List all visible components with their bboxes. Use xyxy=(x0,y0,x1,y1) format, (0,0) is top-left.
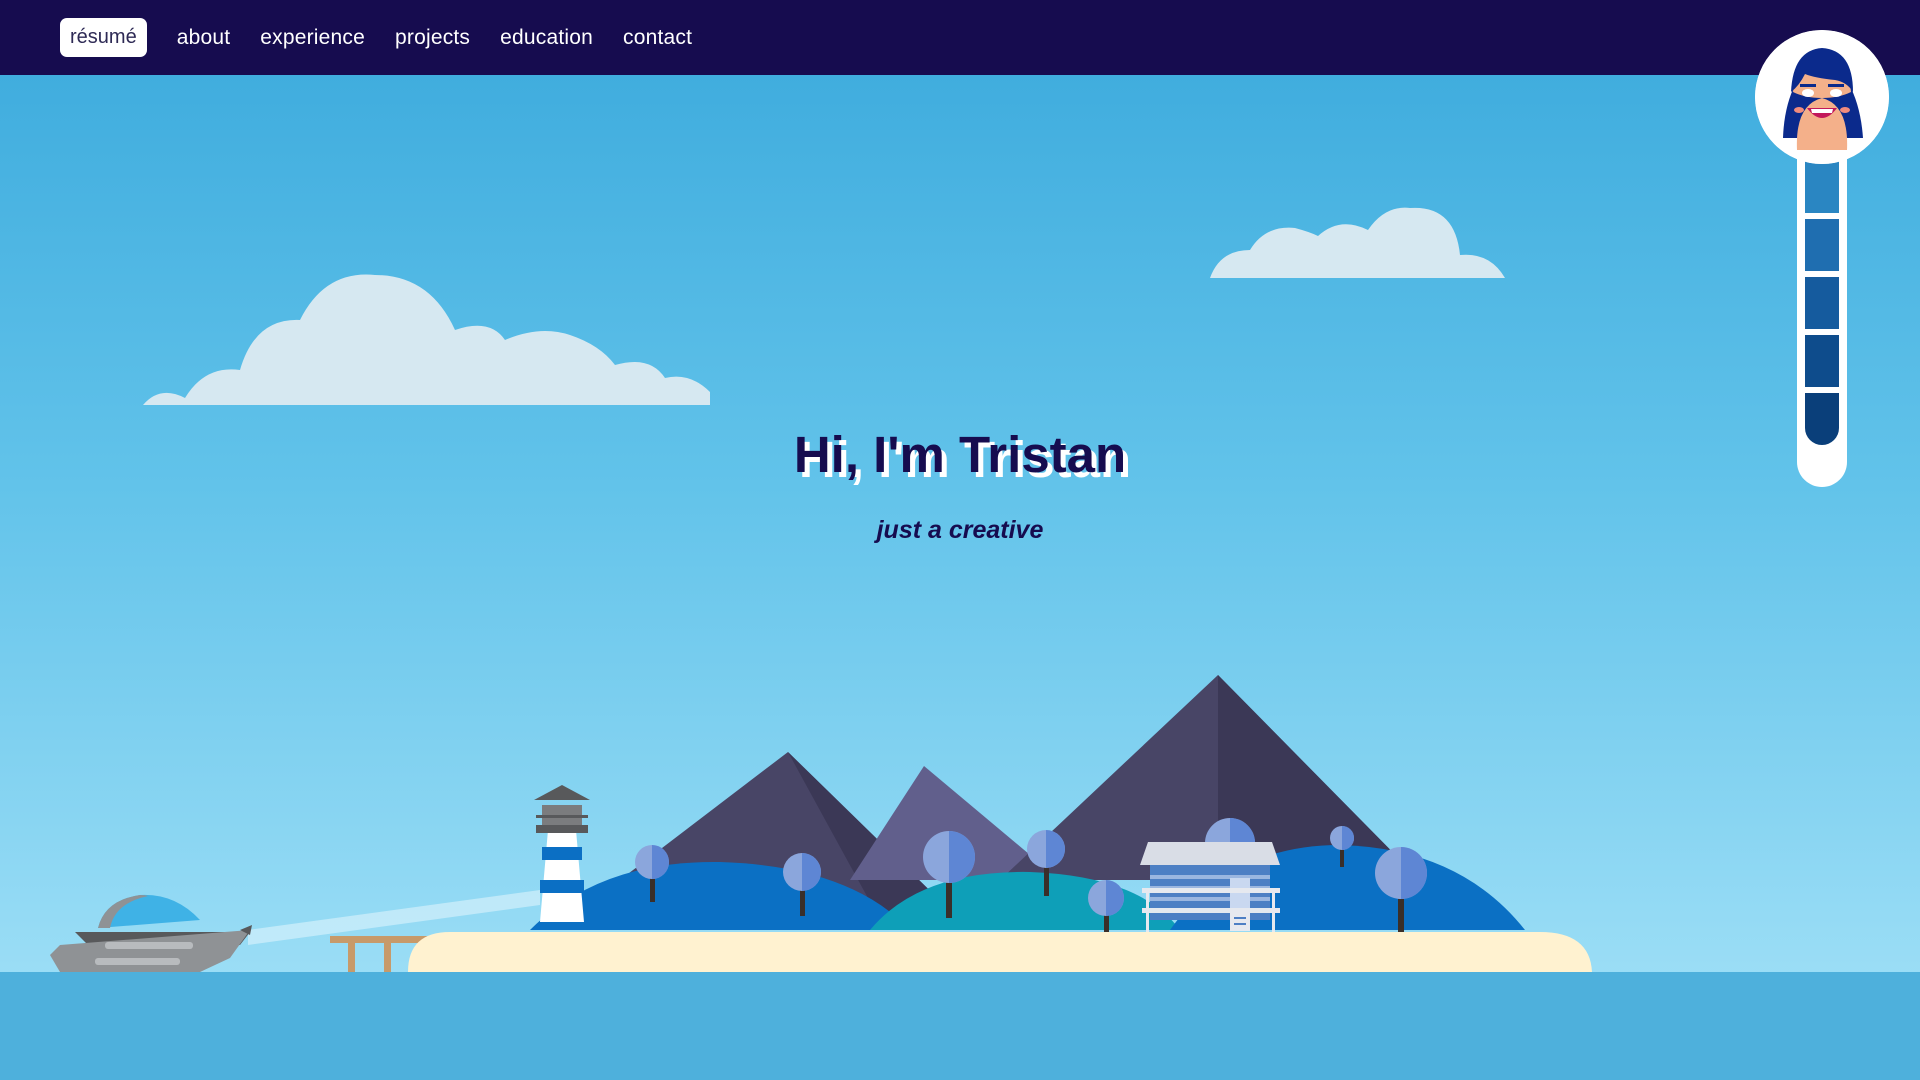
nav-link-experience[interactable]: experience xyxy=(260,26,365,50)
sea xyxy=(0,972,1920,1080)
nav-link-about[interactable]: about xyxy=(177,26,231,50)
nav-link-education[interactable]: education xyxy=(500,26,593,50)
resume-button[interactable]: résumé xyxy=(60,18,147,57)
scroll-progress-segment xyxy=(1805,393,1839,445)
house-icon xyxy=(1140,842,1280,933)
hero-title: Hi, I'm Tristan xyxy=(793,426,1127,483)
lighthouse-icon xyxy=(248,785,590,945)
nav-menu: résumé about experience projects educati… xyxy=(60,0,692,75)
cloud-left xyxy=(143,274,710,405)
nav-link-projects[interactable]: projects xyxy=(395,26,470,50)
nav-link-contact[interactable]: contact xyxy=(623,26,692,50)
scroll-progress-segment xyxy=(1805,277,1839,329)
scroll-progress-segment xyxy=(1805,219,1839,271)
hero-subtitle: just a creative xyxy=(876,516,1044,544)
island-sand xyxy=(408,932,1592,972)
scroll-progress-segment xyxy=(1805,335,1839,387)
scroll-progress-widget xyxy=(1755,30,1891,487)
scroll-progress-bar xyxy=(1797,155,1847,487)
avatar-icon[interactable] xyxy=(1755,30,1889,164)
scroll-progress-segment xyxy=(1805,161,1839,213)
top-navbar: résumé about experience projects educati… xyxy=(0,0,1920,75)
cloud-right xyxy=(1210,207,1505,278)
boat-icon xyxy=(50,894,252,972)
